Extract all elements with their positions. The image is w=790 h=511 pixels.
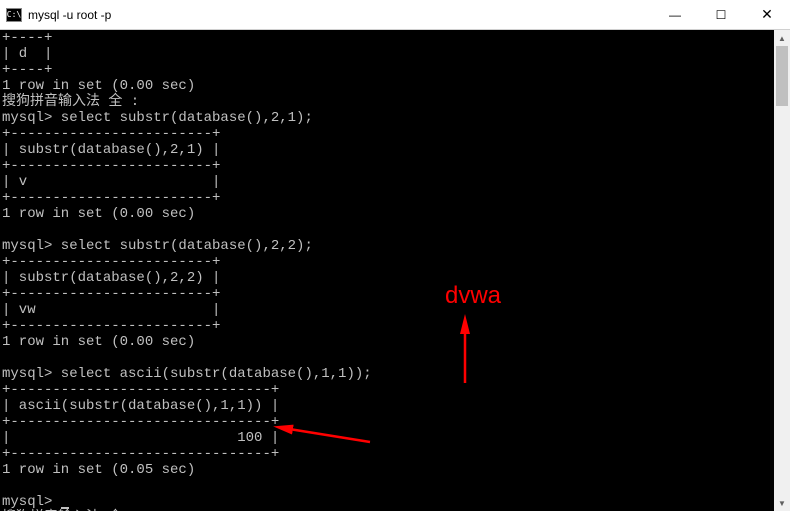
annotation-arrow-down-icon xyxy=(455,318,475,388)
terminal-icon: C:\ xyxy=(6,8,22,22)
scroll-up-arrow-icon[interactable]: ▲ xyxy=(774,30,790,46)
minimize-button[interactable]: — xyxy=(652,0,698,29)
scroll-down-arrow-icon[interactable]: ▼ xyxy=(774,495,790,511)
annotation-arrow-left-icon xyxy=(275,418,375,448)
window-title: mysql -u root -p xyxy=(28,8,652,22)
window-controls: — ☐ ✕ xyxy=(652,0,790,29)
maximize-button[interactable]: ☐ xyxy=(698,0,744,29)
terminal-container: +----+ | d | +----+ 1 row in set (0.00 s… xyxy=(0,30,790,511)
close-button[interactable]: ✕ xyxy=(744,0,790,29)
terminal-output[interactable]: +----+ | d | +----+ 1 row in set (0.00 s… xyxy=(0,30,774,511)
vertical-scrollbar[interactable]: ▲ ▼ xyxy=(774,30,790,511)
scrollbar-thumb[interactable] xyxy=(776,46,788,106)
window-titlebar: C:\ mysql -u root -p — ☐ ✕ xyxy=(0,0,790,30)
